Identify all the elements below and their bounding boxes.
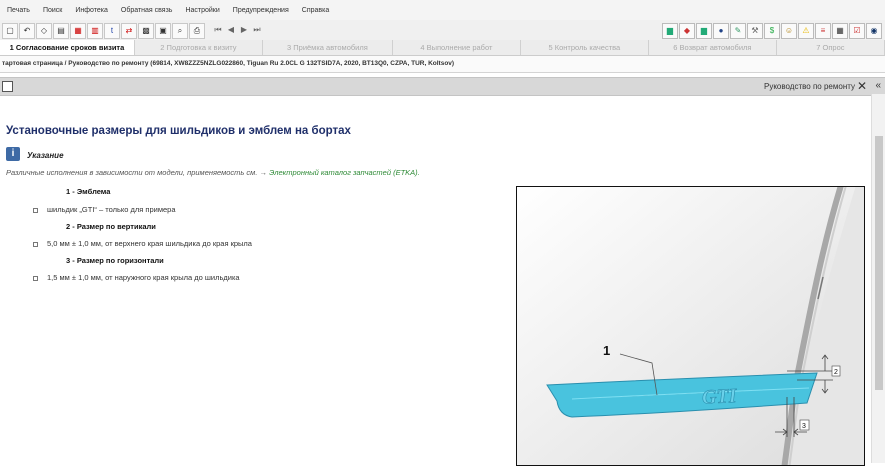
prev-icon[interactable]: ◀: [225, 23, 237, 37]
menu-help[interactable]: Справка: [302, 7, 329, 14]
print-icon[interactable]: ⎙: [189, 23, 205, 39]
tab-vehicle-return[interactable]: 6 Возврат автомобиля: [649, 40, 777, 55]
document-icon[interactable]: ▤: [53, 23, 69, 39]
callout-1: 1: [603, 343, 610, 358]
menu-feedback[interactable]: Обратная связь: [121, 7, 173, 14]
item-label-emblem: 1 - Эмблема: [66, 187, 111, 196]
item-label-horizontal: 3 - Размер по горизонтали: [66, 256, 164, 265]
tag-icon[interactable]: ◇: [36, 23, 52, 39]
dim-3-label: 3: [802, 423, 806, 430]
scrollbar-thumb[interactable]: [875, 136, 883, 390]
collapse-icon[interactable]: «: [875, 80, 881, 91]
service-icon[interactable]: ◆: [679, 23, 695, 39]
globe-icon[interactable]: ●: [713, 23, 729, 39]
page-title: Установочные размеры для шильдиков и эмб…: [6, 125, 351, 137]
diagram-svg: GTI 1 2 3: [517, 187, 864, 465]
menu-print[interactable]: Печать: [7, 7, 30, 14]
text-icon[interactable]: t: [104, 23, 120, 39]
people-icon[interactable]: ☺: [781, 23, 797, 39]
transfer-icon[interactable]: ⇄: [121, 23, 137, 39]
wrench-icon[interactable]: ⚒: [747, 23, 763, 39]
grid-icon[interactable]: ▦: [832, 23, 848, 39]
emblem-lettering: GTI: [701, 385, 738, 409]
next-icon[interactable]: ▶: [238, 23, 250, 37]
breadcrumb-text[interactable]: тартовая страница / Руководство по ремон…: [2, 60, 454, 67]
etka-link[interactable]: Электронный каталог запчастей (ETKA).: [269, 168, 420, 177]
last-icon[interactable]: ⏭: [251, 23, 263, 37]
menu-warnings[interactable]: Предупреждения: [233, 7, 289, 14]
search-icon[interactable]: ⌕: [172, 23, 188, 39]
sphere-icon[interactable]: ◉: [866, 23, 882, 39]
menu-bar: Печать Поиск Инфотека Обратная связь Нас…: [0, 0, 885, 20]
item-text: 1,5 мм ± 1,0 мм, от наружного края крыла…: [47, 273, 240, 282]
menu-settings[interactable]: Настройки: [185, 7, 219, 14]
car-icon[interactable]: ▆: [662, 23, 678, 39]
back-icon[interactable]: ↶: [19, 23, 35, 39]
engine-icon[interactable]: ▩: [138, 23, 154, 39]
close-icon[interactable]: ✕: [857, 79, 867, 93]
note-body: Различные исполнения в зависимости от мо…: [6, 168, 270, 177]
list-item: шильдик „GTI“ – только для примера: [33, 205, 176, 214]
vehicle-icon[interactable]: ▆: [696, 23, 712, 39]
document-content: Установочные размеры для шильдиков и эмб…: [0, 95, 870, 466]
tab-appointment[interactable]: 1 Согласование сроков визита: [0, 40, 135, 55]
tab-quality-control[interactable]: 5 Контроль качества: [521, 40, 649, 55]
tab-preparation[interactable]: 2 Подготовка к визиту: [135, 40, 263, 55]
check-icon[interactable]: ☑: [849, 23, 865, 39]
info-icon: i: [6, 147, 20, 161]
menu-search[interactable]: Поиск: [43, 7, 62, 14]
toolbar: ▢ ↶ ◇ ▤ ▦ ▥ t ⇄ ▩ ▣ ⌕ ⎙ ⏮ ◀ ▶ ⏭ ▆ ◆ ▆ ● …: [0, 20, 885, 41]
note-label: Указание: [27, 151, 64, 160]
new-doc-icon[interactable]: ▢: [2, 23, 18, 39]
note-text: Различные исполнения в зависимости от мо…: [6, 168, 420, 177]
tab-work-execution[interactable]: 4 Выполнение работ: [393, 40, 521, 55]
first-icon[interactable]: ⏮: [212, 23, 224, 37]
dim-2-label: 2: [834, 369, 838, 376]
book-icon[interactable]: ▥: [87, 23, 103, 39]
list-item: 1,5 мм ± 1,0 мм, от наружного края крыла…: [33, 273, 240, 282]
list-icon[interactable]: ≡: [815, 23, 831, 39]
item-label-vertical: 2 - Размер по вертикали: [66, 222, 156, 231]
breadcrumb: тартовая страница / Руководство по ремон…: [0, 56, 885, 73]
item-text: шильдик „GTI“ – только для примера: [47, 205, 176, 214]
panel-icon: [2, 81, 13, 92]
panel-title: Руководство по ремонту: [764, 82, 855, 91]
menu-infoteka[interactable]: Инфотека: [75, 7, 108, 14]
panel-header: Руководство по ремонту ✕ «: [0, 77, 885, 96]
vertical-scrollbar[interactable]: [871, 94, 885, 463]
item-text: 5,0 мм ± 1,0 мм, от верхнего края шильди…: [47, 239, 252, 248]
emblem-diagram[interactable]: GTI 1 2 3: [516, 186, 865, 466]
tab-vehicle-reception[interactable]: 3 Приёмка автомобиля: [263, 40, 393, 55]
car-icon[interactable]: ▣: [155, 23, 171, 39]
list-item: 5,0 мм ± 1,0 мм, от верхнего края шильди…: [33, 239, 252, 248]
warning-icon[interactable]: ⚠: [798, 23, 814, 39]
dollar-icon[interactable]: $: [764, 23, 780, 39]
tab-survey[interactable]: 7 Опрос: [777, 40, 885, 55]
tools-icon[interactable]: ✎: [730, 23, 746, 39]
workflow-tabs: 1 Согласование сроков визита 2 Подготовк…: [0, 40, 885, 56]
report-icon[interactable]: ▦: [70, 23, 86, 39]
